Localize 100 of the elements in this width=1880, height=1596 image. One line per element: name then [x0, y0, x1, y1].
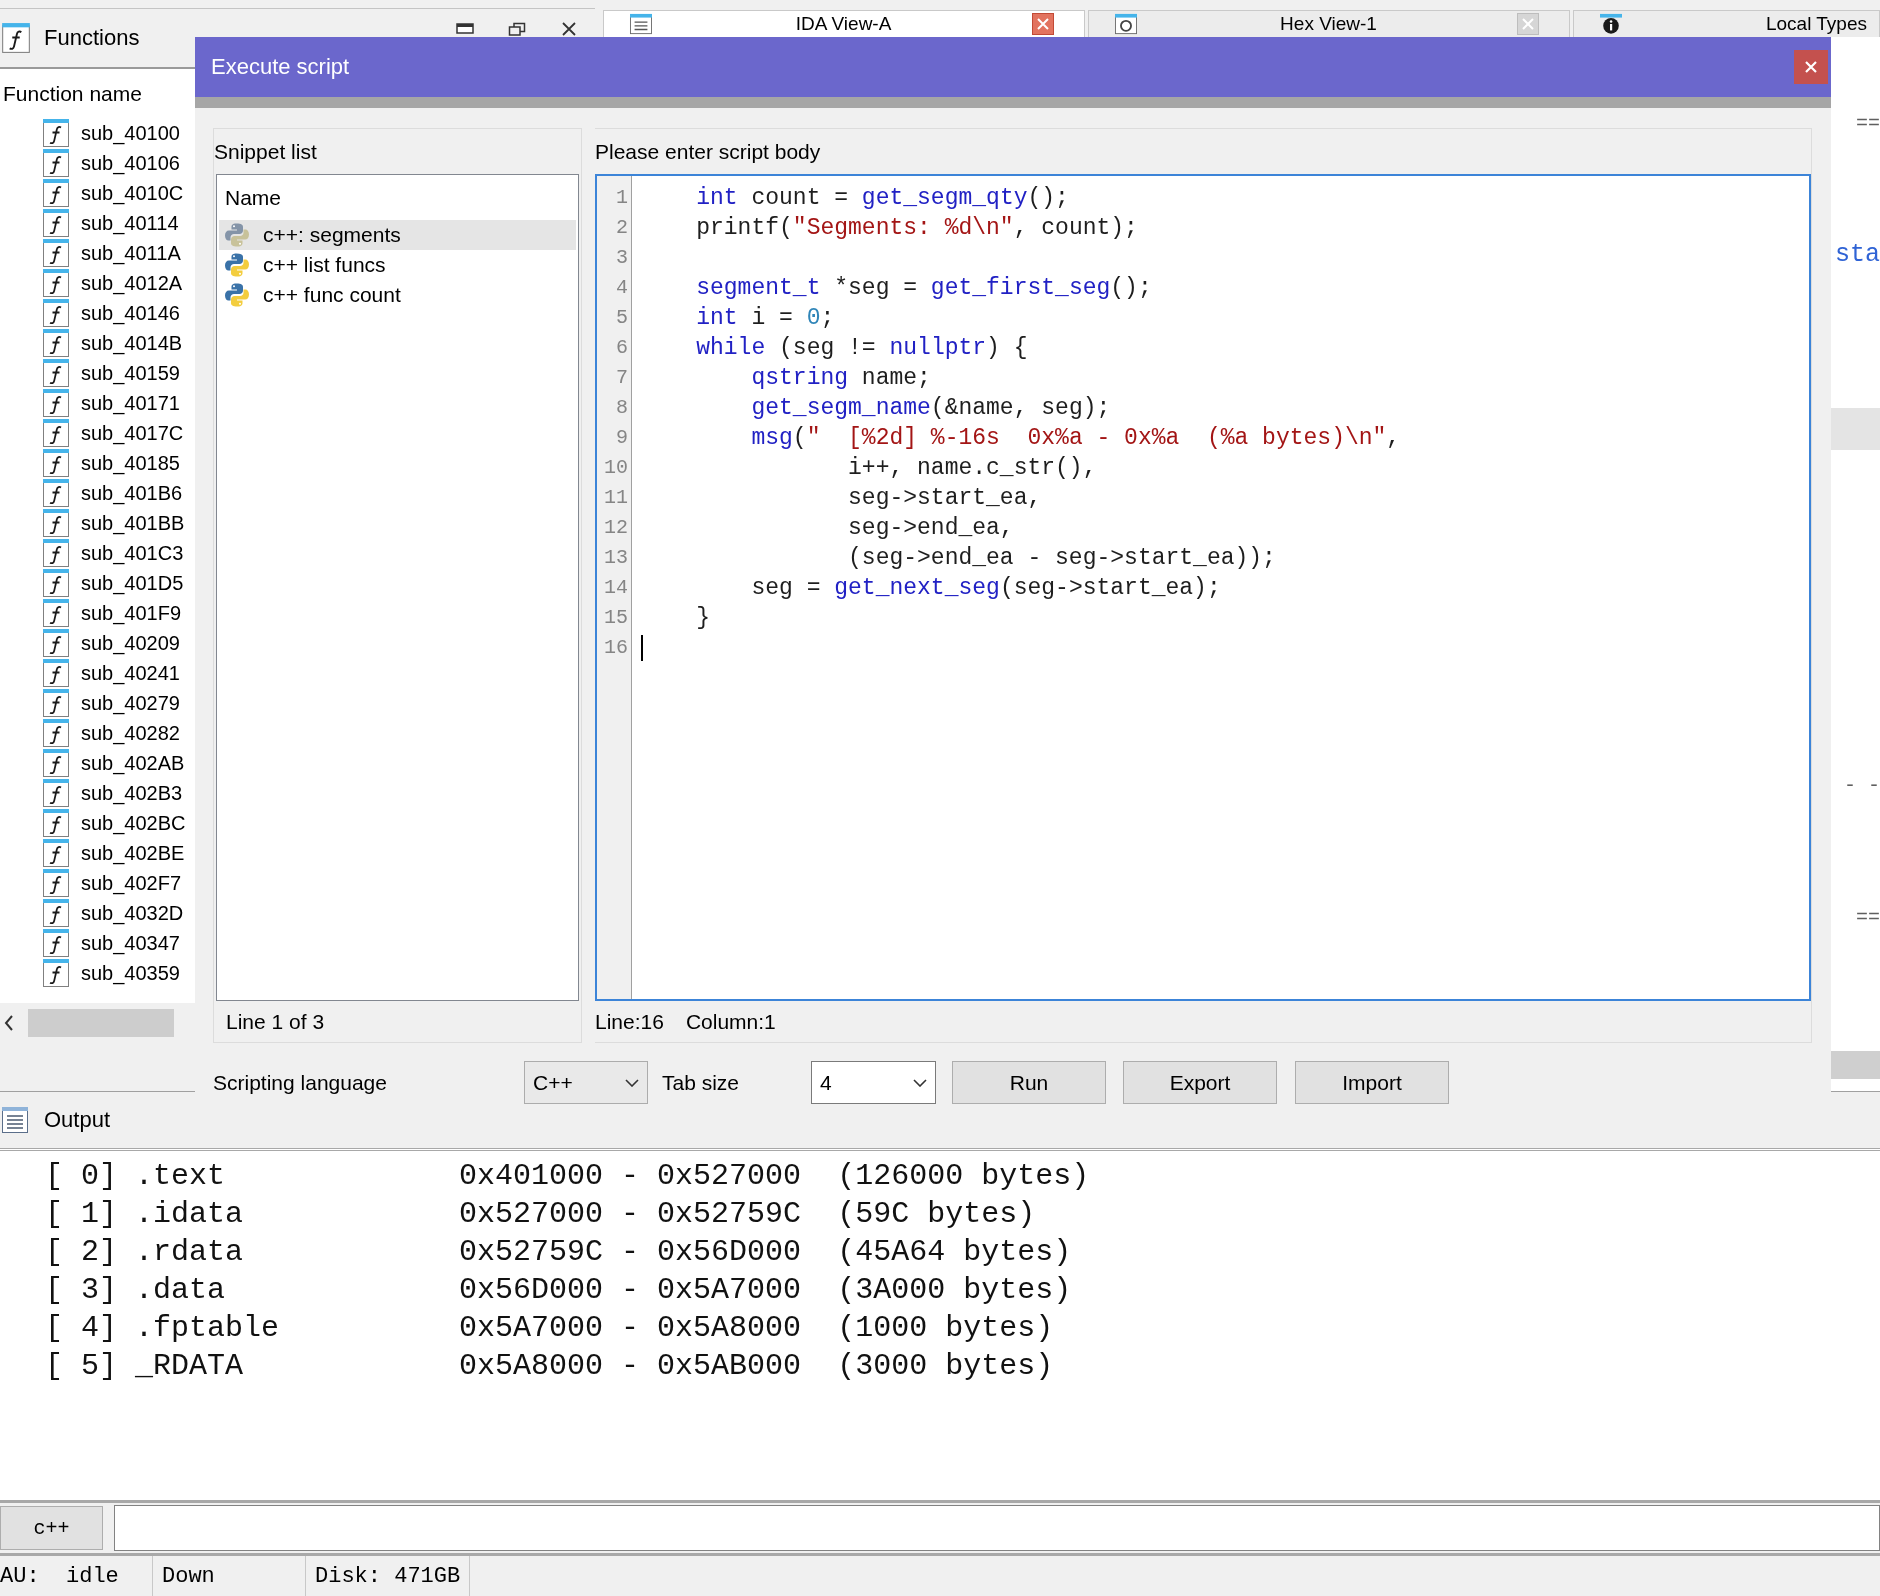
line-number: 7	[616, 365, 628, 391]
output-line: [ 3] .data 0x56D000 - 0x5A7000 (3A000 bytes)	[45, 1272, 1072, 1309]
function-icon	[42, 958, 70, 988]
language-button[interactable]: c++	[0, 1506, 103, 1550]
code-line: msg(" [%2d] %-16s 0x%a - 0x%a (%a bytes)\n",	[750, 424, 1401, 453]
function-name[interactable]: sub_4011A	[81, 241, 181, 265]
scrollbar-thumb[interactable]	[1831, 1051, 1880, 1079]
function-name[interactable]: sub_40114	[81, 211, 179, 235]
function-name[interactable]: sub_402AB	[81, 751, 185, 775]
function-icon	[42, 478, 70, 508]
function-name[interactable]: sub_40146	[81, 301, 180, 325]
function-name[interactable]: sub_4010C	[81, 181, 184, 205]
scroll-left-icon[interactable]	[3, 1013, 15, 1033]
tab[interactable]: Hex View-1	[1088, 10, 1570, 37]
caret-icon	[625, 1078, 639, 1087]
restore-icon[interactable]	[508, 22, 526, 36]
scrollbar-thumb[interactable]	[28, 1009, 174, 1037]
code-line: qstring name;	[750, 364, 931, 393]
code-fragment: ==	[1856, 111, 1880, 135]
function-icon	[42, 658, 70, 688]
ring-window-icon	[1112, 13, 1140, 35]
code-fragment: - -	[1844, 773, 1880, 797]
command-input[interactable]	[114, 1505, 1880, 1551]
line-number: 8	[616, 395, 628, 421]
function-name[interactable]: sub_402F7	[81, 871, 182, 895]
function-icon	[42, 238, 70, 268]
function-name[interactable]: sub_40359	[81, 961, 180, 985]
close-button[interactable]	[1794, 50, 1828, 84]
function-name[interactable]: sub_4017C	[81, 421, 184, 445]
column-header[interactable]: Function name	[3, 81, 142, 106]
close-icon[interactable]	[560, 22, 578, 36]
line-number: 12	[604, 515, 628, 541]
line-number: 10	[604, 455, 628, 481]
tab[interactable]: IDA View-A	[603, 10, 1085, 37]
snippet-item[interactable]: c++ list funcs	[219, 250, 576, 280]
line-number: 4	[616, 275, 628, 301]
dialog-titlebar[interactable]: Execute script	[195, 37, 1831, 97]
minimize-icon[interactable]	[456, 22, 474, 36]
function-icon	[42, 718, 70, 748]
snippet-item[interactable]: c++ func count	[219, 280, 576, 310]
function-name[interactable]: sub_4012A	[81, 271, 183, 295]
python-icon	[224, 282, 250, 308]
function-name[interactable]: sub_401B6	[81, 481, 183, 505]
line-number: 6	[616, 335, 628, 361]
line-number: 14	[604, 575, 628, 601]
code-line: (seg->end_ea - seg->start_ea));	[847, 544, 1276, 573]
text-window-icon	[627, 13, 655, 35]
function-name[interactable]: sub_4014B	[81, 331, 183, 355]
export-button[interactable]: Export	[1123, 1061, 1277, 1104]
function-name[interactable]: sub_40171	[81, 391, 180, 415]
function-icon	[42, 778, 70, 808]
status-text: Down	[162, 1563, 215, 1589]
code-fragment: ==	[1856, 905, 1880, 929]
function-name[interactable]: sub_402BE	[81, 841, 185, 865]
function-name[interactable]: sub_401F9	[81, 601, 182, 625]
close-icon[interactable]	[1032, 13, 1054, 35]
function-name[interactable]: sub_40279	[81, 691, 180, 715]
column-header[interactable]: Name	[225, 185, 282, 210]
function-icon	[42, 808, 70, 838]
function-icon	[42, 838, 70, 868]
code-line: int count = get_segm_qty();	[695, 184, 1069, 213]
function-name[interactable]: sub_402B3	[81, 781, 183, 805]
code-line: int i = 0;	[695, 304, 835, 333]
function-icon	[42, 358, 70, 388]
code-line: i++, name.c_str(),	[847, 454, 1097, 483]
import-button[interactable]: Import	[1295, 1061, 1449, 1104]
function-icon	[42, 928, 70, 958]
code-line: get_segm_name(&name, seg);	[750, 394, 1111, 423]
function-name[interactable]: sub_40185	[81, 451, 180, 475]
function-icon	[42, 148, 70, 178]
function-name[interactable]: sub_402BC	[81, 811, 186, 835]
code-line: seg->end_ea,	[847, 514, 1014, 543]
function-name[interactable]: sub_4032D	[81, 901, 184, 925]
function-name[interactable]: sub_40347	[81, 931, 180, 955]
dialog-title: Execute script	[211, 54, 350, 80]
function-name[interactable]: sub_40159	[81, 361, 180, 385]
function-icon	[42, 448, 70, 478]
function-name[interactable]: sub_401C3	[81, 541, 184, 565]
function-name[interactable]: sub_40282	[81, 721, 180, 745]
panel-title: Functions	[44, 25, 140, 51]
output-line: [ 5] _RDATA 0x5A8000 - 0x5AB000 (3000 bytes)	[45, 1348, 1054, 1385]
snippet-item[interactable]: c++: segments	[219, 220, 576, 250]
function-icon	[1, 22, 31, 54]
status-text: Line:16	[595, 1009, 664, 1034]
function-icon	[42, 418, 70, 448]
function-name[interactable]: sub_40100	[81, 121, 180, 145]
output-line: [ 2] .rdata 0x52759C - 0x56D000 (45A64 bytes)	[45, 1234, 1072, 1271]
language-dropdown[interactable]: C++	[524, 1061, 648, 1104]
function-name[interactable]: sub_40241	[81, 661, 180, 685]
function-name[interactable]: sub_40106	[81, 151, 180, 175]
code-line: segment_t *seg = get_first_seg();	[695, 274, 1152, 303]
tab[interactable]: Local Types	[1573, 10, 1880, 37]
run-button[interactable]: Run	[952, 1061, 1106, 1104]
function-name[interactable]: sub_401D5	[81, 571, 184, 595]
function-name[interactable]: sub_40209	[81, 631, 180, 655]
function-icon	[42, 598, 70, 628]
info-icon	[1597, 13, 1625, 35]
tab-size-combobox[interactable]: 4	[811, 1061, 936, 1104]
function-name[interactable]: sub_401BB	[81, 511, 185, 535]
line-number: 9	[616, 425, 628, 451]
